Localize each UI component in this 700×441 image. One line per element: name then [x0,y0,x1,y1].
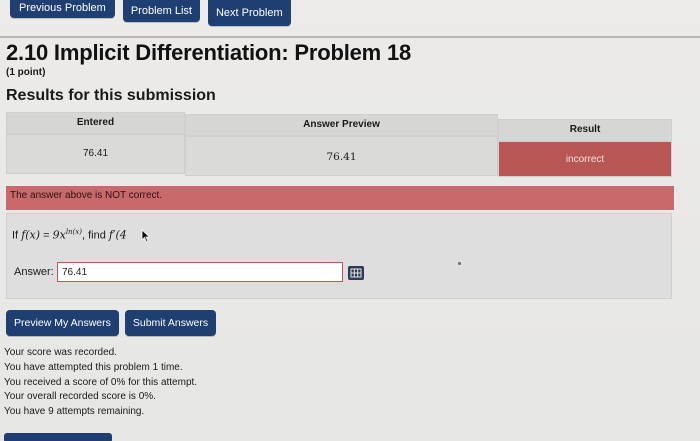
message-line: Your score was recorded. [4,347,118,358]
status-badge: incorrect [565,154,605,165]
message-line: You have 9 attempts remaining. [4,406,145,418]
result-cell: incorrect [498,141,672,177]
question-text: If f(x) = 9xln(x), find f′(4 [12,228,127,242]
page-title: 2.10 Implicit Differentiation: Problem 1… [6,40,412,65]
question-prefix: If [12,229,19,242]
answer-input[interactable] [57,262,343,282]
header-entered-label: Entered [76,117,115,128]
question-derivative: f′(4 [108,228,127,242]
answer-label: Answer: [14,266,54,278]
results-table: Entered Answer Preview Result 76.41 76.4… [6,112,672,177]
previous-problem-button[interactable]: Previous Problem [10,0,115,18]
message-line: You have attempted this problem 1 time. [4,361,183,373]
header-result-label: Result [569,124,601,135]
cursor-icon [141,229,151,243]
entered-value: 76.41 [82,148,109,159]
error-message: The answer above is NOT correct. [6,186,674,210]
question-exponent: ln(x) [65,228,82,236]
header-preview-label: Answer Preview [303,119,380,130]
decorative-dot [458,262,461,265]
message-line: You received a score of 0% for this atte… [4,376,198,388]
submit-answers-button[interactable]: Submit Answers [124,310,217,336]
problem-list-button[interactable]: Problem List [122,0,200,22]
points-label: (1 point) [6,67,46,78]
results-heading: Results for this submission [6,87,216,104]
preview-answers-button[interactable]: Preview My Answers [6,310,119,336]
score-messages: Your score was recorded. You have attemp… [4,346,197,420]
problem-page: Previous Problem Problem List Next Probl… [0,0,700,441]
equation-editor-icon[interactable] [348,266,364,280]
problem-box [6,213,672,299]
action-row: Preview My Answers Submit Answers [6,310,217,336]
header-answer-preview: Answer Preview [185,114,498,136]
question-expression: 9x [52,228,66,242]
bottom-button[interactable] [4,433,112,441]
next-problem-button[interactable]: Next Problem [207,0,291,26]
divider [0,36,700,38]
header-result: Result [498,119,672,141]
message-line: Your overall recorded score is 0%. [4,391,156,403]
question-equals: = [43,229,50,242]
header-entered: Entered [6,112,185,134]
question-find-text: , find [81,229,106,242]
problem-nav: Previous Problem Problem List Next Probl… [10,0,291,26]
entered-cell: 76.41 [6,134,185,174]
question-function: f(x) [21,228,41,242]
preview-cell: 76.41 [185,136,498,176]
preview-value: 76.41 [326,151,357,163]
